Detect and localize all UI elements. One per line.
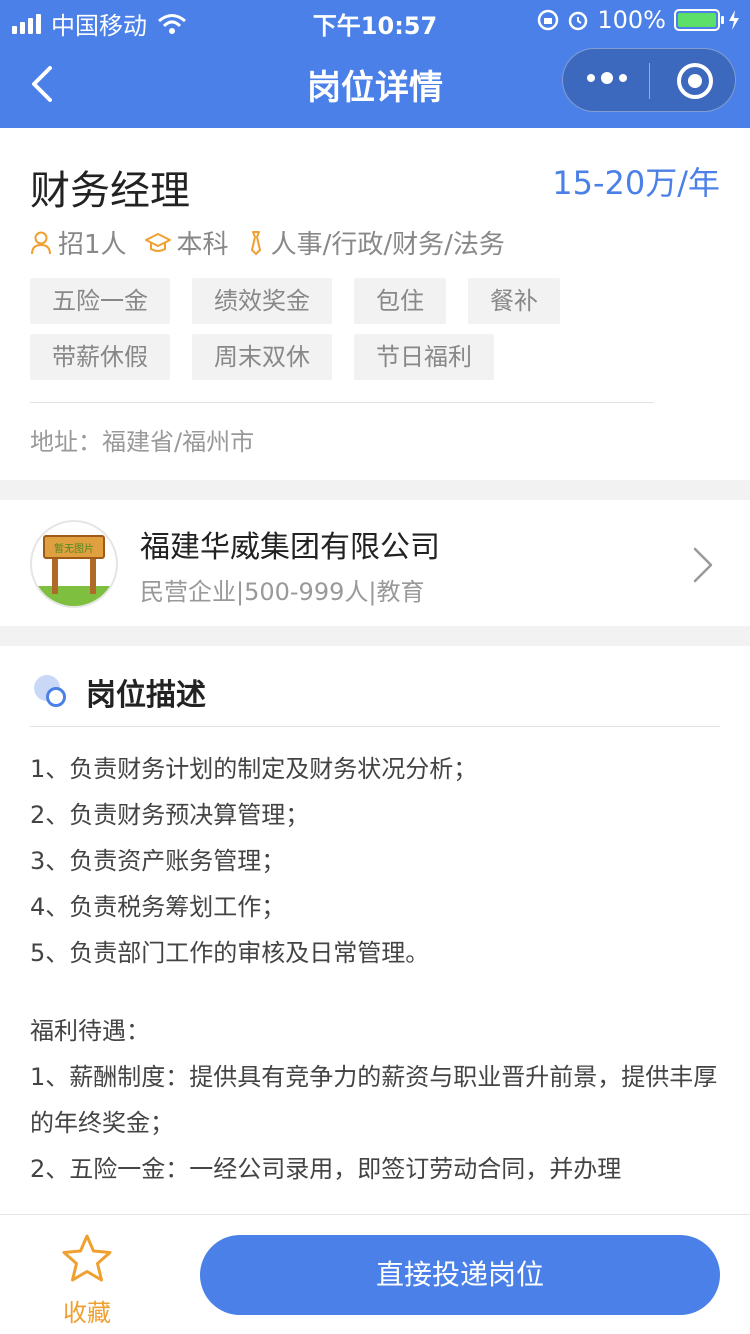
job-category: 人事/行政/财务/法务 [247, 224, 505, 261]
benefit-tag: 餐补 [468, 278, 560, 324]
alarm-icon [569, 11, 588, 31]
benefit-tags: 五险一金 绩效奖金 包住 餐补 带薪休假 周末双休 节日福利 [30, 278, 590, 380]
graduation-cap-icon [144, 232, 171, 252]
charging-icon [729, 10, 739, 30]
benefit-item: 2、五险一金：一经公司录用，即签订劳动合同，并办理 [30, 1155, 622, 1183]
company-logo: 暂无图片 [30, 520, 118, 608]
education-requirement: 本科 [144, 224, 229, 261]
duty-item: 1、负责财务计划的制定及财务状况分析； [30, 755, 478, 783]
divider [30, 402, 654, 403]
status-right: 100% [537, 6, 740, 34]
star-icon [62, 1234, 112, 1282]
more-dots-icon[interactable] [587, 72, 627, 84]
logo-text: 暂无图片 [54, 542, 94, 555]
benefits-title: 福利待遇： [30, 1017, 150, 1045]
mini-program-capsule [562, 48, 736, 112]
favorite-button[interactable]: 收藏 [50, 1233, 124, 1328]
placeholder-sign-icon: 暂无图片 [32, 535, 116, 606]
bubble-icon [34, 675, 68, 709]
battery-icon [674, 9, 724, 31]
divider [30, 726, 720, 727]
category-label: 人事/行政/财务/法务 [270, 230, 505, 260]
target-icon[interactable] [677, 63, 713, 99]
company-card[interactable]: 暂无图片 福建华威集团有限公司 民营企业|500-999人|教育 [0, 500, 750, 626]
company-info: 民营企业|500-999人|教育 [140, 578, 425, 606]
nav-bar: 岗位详情 [0, 40, 750, 128]
benefit-tag: 绩效奖金 [192, 278, 332, 324]
tie-icon [250, 230, 261, 255]
chevron-right-icon[interactable] [692, 546, 714, 584]
bottom-action-bar: 收藏 直接投递岗位 [0, 1214, 750, 1334]
benefit-tag: 包住 [354, 278, 446, 324]
benefit-tag: 周末双休 [192, 334, 332, 380]
address-value: 福建省/福州市 [102, 428, 255, 456]
apply-button[interactable]: 直接投递岗位 [200, 1235, 720, 1315]
education-label: 本科 [176, 230, 229, 260]
duty-item: 2、负责财务预决算管理； [30, 801, 310, 829]
benefit-tag: 节日福利 [354, 334, 494, 380]
recruit-count: 招1人 [30, 224, 127, 261]
favorite-label: 收藏 [63, 1299, 111, 1327]
duty-item: 4、负责税务筹划工作； [30, 893, 286, 921]
job-info-card: 财务经理 15-20万/年 招1人 本科 人事/行政/财务/法务 五险一金 绩效… [0, 128, 750, 480]
rotation-lock-icon [538, 9, 559, 31]
status-bar: 中国移动 下午10:57 100% [0, 0, 750, 40]
description-body: 1、负责财务计划的制定及财务状况分析； 2、负责财务预决算管理； 3、负责资产账… [30, 746, 720, 1192]
benefit-tag: 带薪休假 [30, 334, 170, 380]
battery-percent: 100% [597, 6, 666, 34]
company-name: 福建华威集团有限公司 [140, 530, 440, 565]
job-address: 地址： 福建省/福州市 [30, 422, 254, 457]
job-description-section: 岗位描述 1、负责财务计划的制定及财务状况分析； 2、负责财务预决算管理； 3、… [0, 646, 750, 1214]
job-meta: 招1人 本科 人事/行政/财务/法务 [30, 224, 523, 261]
job-title: 财务经理 [30, 168, 190, 214]
job-salary: 15-20万/年 [552, 164, 720, 202]
address-label: 地址： [30, 428, 102, 456]
person-icon [31, 231, 51, 254]
section-header: 岗位描述 [34, 670, 206, 714]
section-title: 岗位描述 [86, 678, 206, 713]
benefit-tag: 五险一金 [30, 278, 170, 324]
duty-item: 5、负责部门工作的审核及日常管理。 [30, 939, 430, 967]
benefit-item: 1、薪酬制度：提供具有竞争力的薪资与职业晋升前景，提供丰厚的年终奖金； [30, 1063, 718, 1137]
capsule-divider [649, 63, 650, 99]
top-bar: 中国移动 下午10:57 100% 岗位详情 [0, 0, 750, 128]
recruit-label: 招1人 [58, 230, 127, 260]
duty-item: 3、负责资产账务管理； [30, 847, 286, 875]
